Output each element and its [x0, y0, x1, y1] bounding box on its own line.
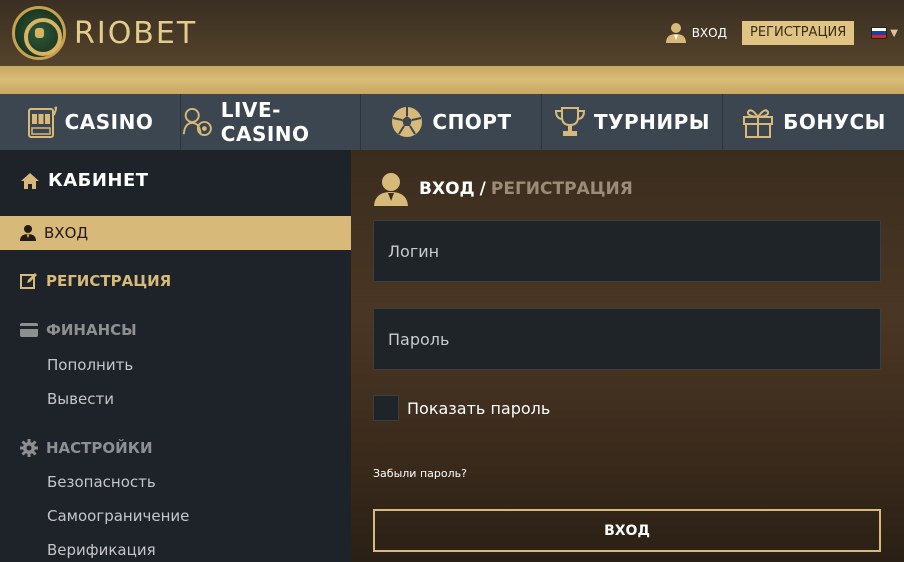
nav-label-tournaments: ТУРНИРЫ — [593, 110, 711, 134]
riobet-logo[interactable]: RIOBET — [12, 6, 197, 60]
nav-item-casino[interactable]: CASINO — [0, 94, 181, 150]
nav-label-bonuses: БОНУСЫ — [783, 110, 886, 134]
login-panel: ВХОД / РЕГИСТРАЦИЯ Показать пароль Забыл… — [351, 150, 904, 562]
gear-icon — [20, 439, 38, 457]
logo-text: RIOBET — [74, 15, 198, 51]
edit-icon — [20, 273, 37, 289]
credit-card-icon — [20, 323, 38, 337]
sidebar-item-register[interactable]: РЕГИСТРАЦИЯ — [20, 272, 171, 290]
header-actions: ВХОД РЕГИСТРАЦИЯ ▼ — [665, 20, 904, 46]
trophy-icon — [554, 107, 585, 136]
login-submit-button[interactable]: ВХОД — [373, 509, 881, 552]
show-password-checkbox[interactable] — [373, 395, 399, 421]
nav-item-bonuses[interactable]: БОНУСЫ — [723, 94, 904, 150]
header-register-button[interactable]: РЕГИСТРАЦИЯ — [741, 21, 855, 45]
sidebar-title: КАБИНЕТ — [20, 170, 149, 191]
gift-icon — [743, 109, 774, 138]
sidebar-item-login[interactable]: ВХОД — [0, 216, 351, 250]
title-login-tab[interactable]: ВХОД — [419, 179, 475, 199]
dealer-icon — [182, 107, 212, 137]
nav-label-sport: СПОРТ — [432, 110, 512, 134]
logo-emblem-icon — [12, 6, 66, 60]
gold-banner-strip — [0, 66, 904, 94]
login-input[interactable] — [373, 220, 881, 282]
nav-item-sport[interactable]: СПОРТ — [361, 94, 542, 150]
sidebar-item-withdraw[interactable]: Вывести — [47, 390, 114, 408]
title-register-tab[interactable]: РЕГИСТРАЦИЯ — [491, 179, 633, 199]
nav-label-live-casino: LIVE-CASINO — [220, 98, 310, 146]
nav-label-casino: CASINO — [64, 110, 154, 134]
account-sidebar: КАБИНЕТ ВХОД РЕГИСТРАЦИЯ ФИНАНСЫ Пополни… — [0, 150, 351, 562]
nav-item-live-casino[interactable]: LIVE-CASINO — [181, 94, 361, 150]
chevron-down-icon[interactable]: ▼ — [890, 28, 898, 39]
header-login-link[interactable]: ВХОД — [665, 22, 727, 44]
russia-flag-icon[interactable] — [871, 27, 888, 39]
home-icon — [21, 172, 39, 189]
nav-item-tournaments[interactable]: ТУРНИРЫ — [542, 94, 723, 150]
sidebar-item-self-limitation[interactable]: Самоограничение — [47, 507, 189, 525]
sidebar-item-security[interactable]: Безопасность — [47, 473, 156, 491]
sidebar-section-finance: ФИНАНСЫ — [20, 321, 137, 339]
soccer-ball-icon — [392, 107, 423, 137]
sidebar-item-register-label: РЕГИСТРАЦИЯ — [46, 272, 172, 290]
login-form-title: ВХОД / РЕГИСТРАЦИЯ — [373, 172, 633, 206]
sidebar-item-login-label: ВХОД — [44, 224, 89, 242]
sidebar-item-deposit[interactable]: Пополнить — [47, 356, 133, 374]
sidebar-section-settings: НАСТРОЙКИ — [20, 439, 153, 457]
sidebar-section-finance-label: ФИНАНСЫ — [46, 321, 137, 339]
show-password-row: Показать пароль — [373, 395, 550, 421]
sidebar-item-verification[interactable]: Верификация — [47, 541, 156, 559]
sidebar-title-text: КАБИНЕТ — [48, 170, 149, 191]
sidebar-section-settings-label: НАСТРОЙКИ — [46, 439, 153, 457]
slot-machine-icon — [27, 106, 57, 138]
user-icon — [20, 225, 36, 241]
password-input[interactable] — [373, 308, 881, 370]
header-login-label: ВХОД — [691, 26, 727, 40]
title-separator: / — [479, 179, 486, 199]
show-password-label[interactable]: Показать пароль — [407, 399, 550, 418]
user-icon — [665, 23, 686, 43]
main-nav: CASINO LIVE-CASINO СПОРТ ТУРНИРЫ БОНУСЫ — [0, 94, 904, 150]
user-icon — [374, 173, 408, 206]
forgot-password-link[interactable]: Забыли пароль? — [373, 467, 467, 480]
top-header: RIOBET ВХОД РЕГИСТРАЦИЯ ▼ — [0, 0, 904, 66]
